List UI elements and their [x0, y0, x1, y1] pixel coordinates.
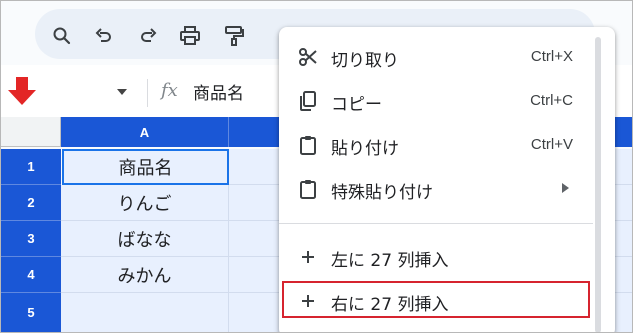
row-header-4[interactable]: 4: [1, 257, 61, 293]
cell-a3[interactable]: ばなな: [61, 221, 229, 257]
cell-a4[interactable]: みかん: [61, 257, 229, 293]
print-icon[interactable]: [177, 23, 203, 49]
divider: [147, 79, 148, 107]
cell-a5[interactable]: [61, 293, 229, 332]
select-all-corner[interactable]: [1, 117, 61, 147]
copy-icon: [297, 90, 319, 112]
row-header-5[interactable]: 5: [1, 293, 61, 332]
menu-item-label: 特殊貼り付け: [331, 183, 433, 203]
name-box-dropdown-icon[interactable]: [117, 89, 127, 95]
formula-input[interactable]: 商品名: [193, 79, 244, 104]
cell-a1[interactable]: 商品名: [62, 149, 229, 185]
menu-item-shortcut: Ctrl+V: [530, 136, 573, 153]
row-header-1[interactable]: 1: [1, 149, 61, 185]
menu-item-cut[interactable]: 切り取り Ctrl+X: [279, 35, 593, 79]
red-arrow-down-icon: [7, 75, 37, 111]
menu-scrollbar[interactable]: [595, 37, 601, 332]
undo-icon[interactable]: [91, 23, 117, 49]
menu-item-copy[interactable]: コピー Ctrl+C: [279, 79, 593, 123]
menu-item-shortcut: Ctrl+X: [530, 48, 573, 65]
clipboard-icon: [297, 178, 319, 200]
cell-a2[interactable]: りんご: [61, 185, 229, 221]
menu-item-label: コピー: [331, 95, 382, 115]
menu-item-paste-special[interactable]: 特殊貼り付け: [279, 167, 593, 211]
scissors-icon: [297, 46, 319, 68]
paint-format-icon[interactable]: [221, 23, 247, 49]
row-header-3[interactable]: 3: [1, 221, 61, 257]
menu-item-label: 切り取り: [331, 51, 399, 71]
column-header-a[interactable]: A: [61, 117, 229, 147]
search-icon[interactable]: [49, 23, 75, 49]
fx-icon: fx: [161, 80, 178, 101]
spreadsheet-window: 10 fx 商品名 A 1 2 3 4 5 商品名 りんご ばなな みかん: [0, 0, 633, 333]
menu-item-label: 左に 27 列挿入: [331, 251, 449, 271]
menu-item-label: 貼り付け: [331, 139, 399, 159]
highlight-box: [282, 281, 590, 318]
submenu-arrow-icon: [562, 183, 569, 193]
menu-item-paste[interactable]: 貼り付け Ctrl+V: [279, 123, 593, 167]
row-header-2[interactable]: 2: [1, 185, 61, 221]
context-menu: 切り取り Ctrl+X コピー Ctrl+C 貼り付け Ctrl+V 特殊貼り付…: [279, 27, 615, 332]
menu-item-insert-left[interactable]: 左に 27 列挿入: [279, 235, 593, 279]
redo-icon[interactable]: [135, 23, 161, 49]
menu-divider: [279, 223, 593, 224]
plus-icon: [297, 246, 319, 268]
menu-item-shortcut: Ctrl+C: [530, 92, 573, 109]
clipboard-icon: [297, 134, 319, 156]
